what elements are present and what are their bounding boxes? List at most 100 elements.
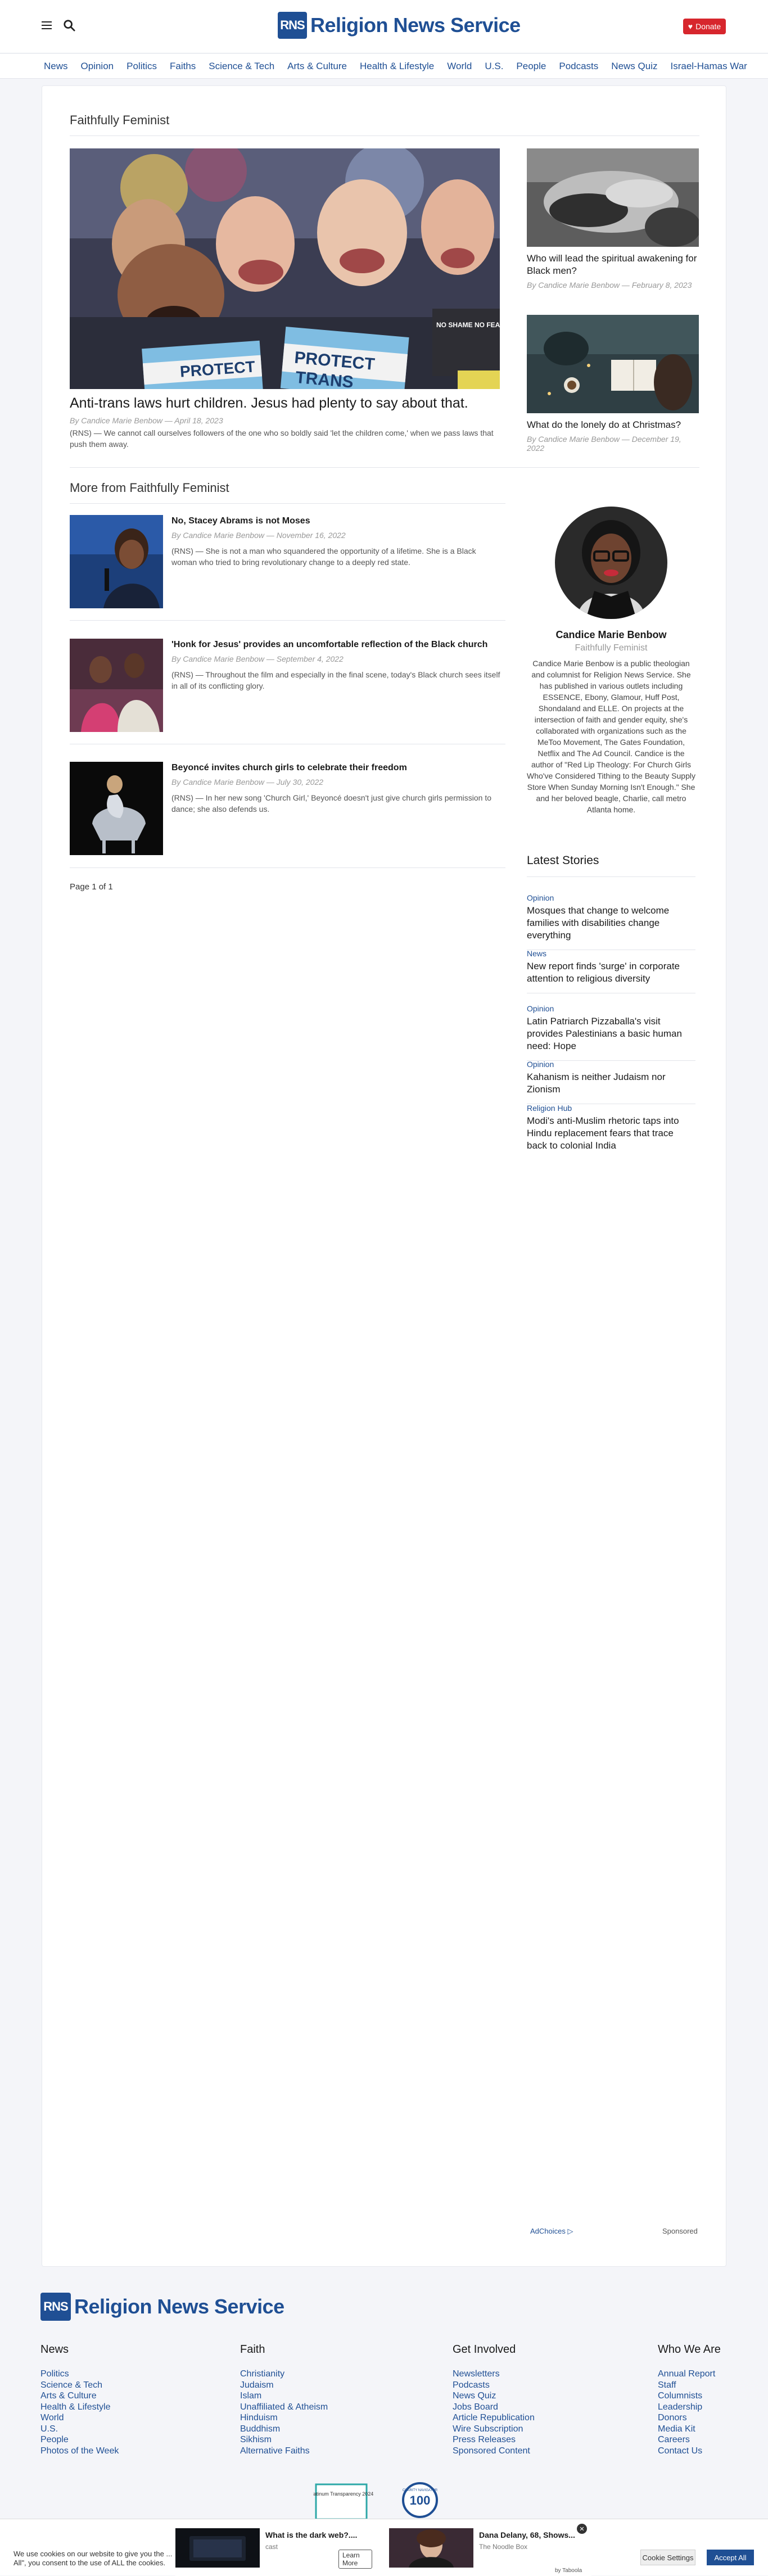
side-story-image[interactable] bbox=[527, 315, 699, 413]
footer-link[interactable]: U.S. bbox=[40, 2424, 119, 2435]
nav-item-health-lifestyle[interactable]: Health & Lifestyle bbox=[360, 61, 434, 72]
side-story: Who will lead the spiritual awakening fo… bbox=[527, 148, 699, 290]
footer-link[interactable]: Wire Subscription bbox=[453, 2424, 535, 2435]
footer-column-faith: Faith Christianity Judaism Islam Unaffiliate… bbox=[240, 2343, 328, 2456]
story-image[interactable] bbox=[70, 762, 163, 855]
nav-item-arts-culture[interactable]: Arts & Culture bbox=[287, 61, 347, 72]
side-story: What do the lonely do at Christmas? By C… bbox=[527, 315, 699, 453]
nav-item-news[interactable]: News bbox=[44, 61, 68, 72]
story-excerpt: (RNS) — In her new song 'Church Girl,' B… bbox=[171, 793, 492, 814]
story-image[interactable] bbox=[70, 515, 163, 608]
footer-link[interactable]: Columnists bbox=[658, 2390, 721, 2402]
footer-link[interactable]: Alternative Faiths bbox=[240, 2446, 328, 2457]
ad-unit[interactable]: Dana Delany, 68, Shows... The Noodle Box bbox=[389, 2524, 586, 2569]
accept-all-button[interactable]: Accept All bbox=[707, 2550, 754, 2565]
latest-story-category[interactable]: News bbox=[527, 949, 695, 958]
sponsored-label: Sponsored bbox=[662, 2227, 698, 2235]
footer-column-title: Who We Are bbox=[658, 2343, 721, 2356]
ad-unit[interactable]: What is the dark web?.... cast Learn Mor… bbox=[175, 2524, 372, 2569]
latest-story-title[interactable]: New report finds 'surge' in corporate at… bbox=[527, 960, 695, 985]
story-image[interactable] bbox=[70, 639, 163, 732]
latest-story-title[interactable]: Mosques that change to welcome families … bbox=[527, 905, 695, 942]
footer-link[interactable]: Press Releases bbox=[453, 2434, 535, 2446]
footer-link[interactable]: News Quiz bbox=[453, 2390, 535, 2402]
footer-link[interactable]: Photos of the Week bbox=[40, 2446, 119, 2457]
logo-mark: RNS bbox=[278, 12, 307, 39]
nav-item-podcasts[interactable]: Podcasts bbox=[559, 61, 598, 72]
donate-button[interactable]: ♥ Donate bbox=[683, 19, 726, 34]
footer-link[interactable]: Sponsored Content bbox=[453, 2446, 535, 2457]
footer-link[interactable]: Leadership bbox=[658, 2402, 721, 2413]
side-story-image[interactable] bbox=[527, 148, 699, 247]
footer-link[interactable]: Islam bbox=[240, 2390, 328, 2402]
featured-story-title[interactable]: Anti-trans laws hurt children. Jesus had… bbox=[70, 394, 500, 412]
ad-close-icon[interactable]: ✕ bbox=[577, 2524, 587, 2534]
footer-link[interactable]: Podcasts bbox=[453, 2380, 535, 2391]
footer-link[interactable]: Health & Lifestyle bbox=[40, 2402, 119, 2413]
footer-link[interactable]: Arts & Culture bbox=[40, 2390, 119, 2402]
footer-link[interactable]: Judaism bbox=[240, 2380, 328, 2391]
divider bbox=[70, 503, 505, 504]
ad-title: What is the dark web?.... bbox=[265, 2530, 358, 2539]
nav-item-world[interactable]: World bbox=[447, 61, 472, 72]
footer-link[interactable]: Staff bbox=[658, 2380, 721, 2391]
ad-learn-more-button[interactable]: Learn More bbox=[338, 2550, 372, 2569]
cookie-text: We use cookies on our website to give yo… bbox=[13, 2550, 173, 2567]
footer-link[interactable]: Hinduism bbox=[240, 2412, 328, 2424]
footer-link[interactable]: Politics bbox=[40, 2369, 119, 2380]
footer-column-title: Faith bbox=[240, 2343, 265, 2356]
footer-link[interactable]: Newsletters bbox=[453, 2369, 535, 2380]
adchoices-link[interactable]: AdChoices ▷ bbox=[530, 2227, 573, 2236]
badge-2-caption: CHARITY NAVIGATOR bbox=[403, 2489, 438, 2492]
footer-link[interactable]: World bbox=[40, 2412, 119, 2424]
side-story-byline: By Candice Marie Benbow — December 19, 2… bbox=[527, 435, 681, 453]
latest-story-title[interactable]: Modi's anti-Muslim rhetoric taps into Hi… bbox=[527, 1115, 695, 1152]
footer-link[interactable]: Jobs Board bbox=[453, 2402, 535, 2413]
latest-story-category[interactable]: Religion Hub bbox=[527, 1104, 695, 1113]
hamburger-menu-icon[interactable] bbox=[42, 21, 52, 29]
footer-link[interactable]: Sikhism bbox=[240, 2434, 328, 2446]
footer-link[interactable]: Annual Report bbox=[658, 2369, 721, 2380]
featured-story-image[interactable]: PROTECT PROTECT TRANS NO SHAME NO FEAR W… bbox=[70, 148, 500, 389]
site-logo[interactable]: RNS Religion News Service bbox=[278, 11, 521, 39]
story-title[interactable]: No, Stacey Abrams is not Moses bbox=[171, 515, 503, 527]
footer-link[interactable]: Unaffiliated & Atheism bbox=[240, 2402, 328, 2413]
footer-link[interactable]: Christianity bbox=[240, 2369, 328, 2380]
list-item: 'Honk for Jesus' provides an uncomfortab… bbox=[70, 639, 505, 734]
author-avatar bbox=[555, 507, 667, 619]
latest-story-category[interactable]: Opinion bbox=[527, 1060, 695, 1069]
latest-story-category[interactable]: Opinion bbox=[527, 893, 695, 902]
story-byline: By Candice Marie Benbow — July 30, 2022 bbox=[171, 778, 324, 787]
footer-link[interactable]: Buddhism bbox=[240, 2424, 328, 2435]
nav-item-opinion[interactable]: Opinion bbox=[81, 61, 114, 72]
logo-text: Religion News Service bbox=[310, 13, 521, 37]
search-icon[interactable] bbox=[63, 19, 75, 31]
footer-link[interactable]: Article Republication bbox=[453, 2412, 535, 2424]
footer-column-title: Get Involved bbox=[453, 2343, 516, 2356]
story-title[interactable]: Beyoncé invites church girls to celebrat… bbox=[171, 762, 503, 774]
story-byline: By Candice Marie Benbow — September 4, 2… bbox=[171, 654, 344, 663]
footer-column-who-we-are: Who We Are Annual Report Staff Columnists Le… bbox=[658, 2343, 721, 2456]
footer-link[interactable]: Contact Us bbox=[658, 2446, 721, 2457]
cookie-settings-button[interactable]: Cookie Settings bbox=[640, 2550, 695, 2565]
footer-logo[interactable]: RNS Religion News Service bbox=[40, 2293, 284, 2321]
footer-link[interactable]: Donors bbox=[658, 2412, 721, 2424]
latest-story-title[interactable]: Latin Patriarch Pizzaballa's visit provi… bbox=[527, 1015, 695, 1052]
footer-link[interactable]: Careers bbox=[658, 2434, 721, 2446]
footer-link[interactable]: Media Kit bbox=[658, 2424, 721, 2435]
nav-item-faiths[interactable]: Faiths bbox=[170, 61, 196, 72]
side-story-title[interactable]: What do the lonely do at Christmas? bbox=[527, 419, 699, 431]
nav-item-people[interactable]: People bbox=[516, 61, 546, 72]
nav-item-israel-hamas-war[interactable]: Israel-Hamas War bbox=[670, 61, 747, 72]
footer-link[interactable]: People bbox=[40, 2434, 119, 2446]
story-title[interactable]: 'Honk for Jesus' provides an uncomfortab… bbox=[171, 639, 503, 651]
nav-item-u-s-[interactable]: U.S. bbox=[485, 61, 503, 72]
nav-item-politics[interactable]: Politics bbox=[127, 61, 157, 72]
footer-link[interactable]: Science & Tech bbox=[40, 2380, 119, 2391]
side-story-title[interactable]: Who will lead the spiritual awakening fo… bbox=[527, 252, 699, 277]
nav-item-news-quiz[interactable]: News Quiz bbox=[611, 61, 657, 72]
latest-story-category[interactable]: Opinion bbox=[527, 1004, 695, 1013]
nav-item-science-tech[interactable]: Science & Tech bbox=[209, 61, 274, 72]
latest-story-title[interactable]: Kahanism is neither Judaism nor Zionism bbox=[527, 1071, 695, 1096]
footer-column-get-involved: Get Involved Newsletters Podcasts News Quiz… bbox=[453, 2343, 535, 2456]
